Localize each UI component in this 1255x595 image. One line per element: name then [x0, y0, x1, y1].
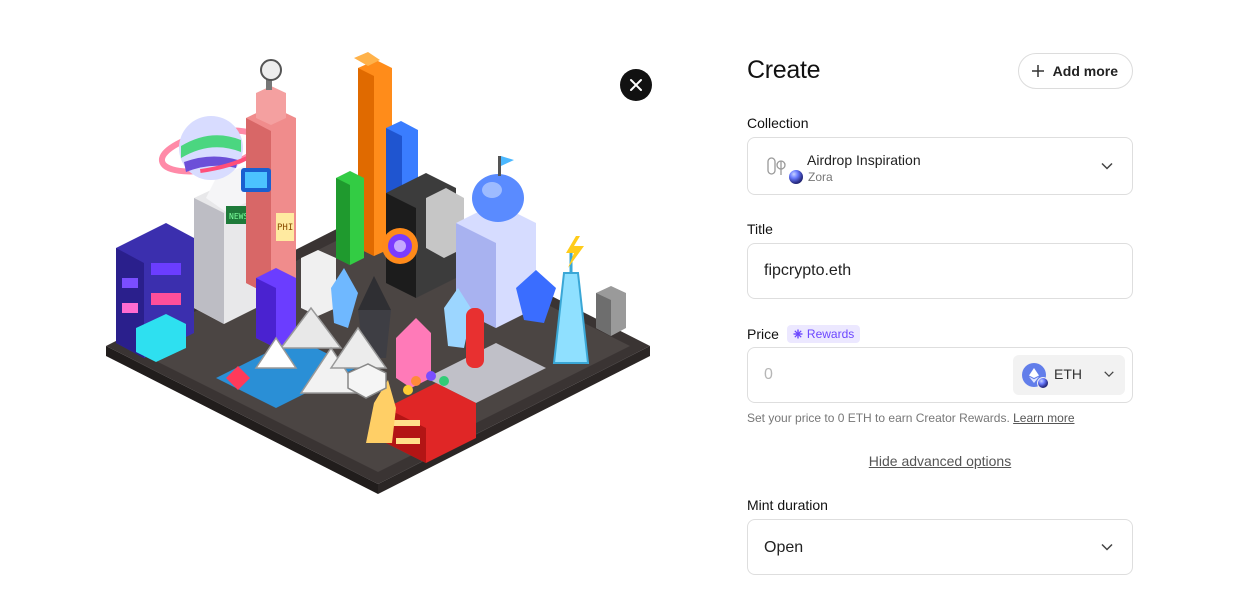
mint-duration-value: Open — [764, 539, 804, 556]
collection-label: Collection — [747, 115, 809, 131]
page-title: Create — [747, 56, 821, 84]
price-label-row: Price Rewards — [747, 325, 861, 343]
chevron-down-icon — [1104, 371, 1114, 378]
artwork-image: NEWS PHI — [96, 48, 656, 494]
hide-advanced-options-link[interactable]: Hide advanced options — [747, 453, 1133, 469]
chevron-down-icon — [1101, 162, 1113, 170]
create-form: Create Add more Collection Airdrop Inspi… — [747, 50, 1133, 575]
price-field-box: ETH — [747, 347, 1133, 403]
currency-label: ETH — [1054, 366, 1082, 382]
form-header: Create Add more — [747, 50, 1133, 92]
mint-duration-select[interactable]: Open — [747, 519, 1133, 575]
collection-name: Airdrop Inspiration — [807, 152, 921, 168]
title-label: Title — [747, 221, 773, 237]
price-input[interactable] — [764, 348, 994, 402]
price-hint: Set your price to 0 ETH to earn Creator … — [747, 411, 1075, 425]
zora-network-icon — [1037, 377, 1049, 389]
sparkle-icon — [793, 329, 803, 339]
svg-text:NEWS: NEWS — [229, 212, 248, 221]
mint-duration-label: Mint duration — [747, 497, 828, 513]
chevron-down-icon — [1101, 543, 1113, 551]
rewards-badge-label: Rewards — [806, 327, 855, 341]
zora-network-icon — [788, 169, 804, 185]
learn-more-link[interactable]: Learn more — [1013, 411, 1074, 425]
svg-text:PHI: PHI — [277, 223, 293, 233]
title-input[interactable] — [764, 244, 1114, 298]
collection-select[interactable]: Airdrop Inspiration Zora — [747, 137, 1133, 195]
close-icon — [630, 79, 642, 91]
collection-network: Zora — [808, 170, 833, 184]
rewards-badge: Rewards — [786, 325, 861, 343]
plus-icon — [1031, 65, 1044, 77]
currency-select[interactable]: ETH — [1013, 355, 1125, 395]
add-more-button[interactable]: Add more — [1017, 53, 1133, 89]
price-label: Price — [747, 326, 779, 342]
add-more-label: Add more — [1052, 63, 1118, 79]
collection-logo-icon — [767, 157, 786, 175]
close-button[interactable] — [620, 69, 652, 101]
title-field-box — [747, 243, 1133, 299]
price-hint-text: Set your price to 0 ETH to earn Creator … — [747, 411, 1010, 425]
